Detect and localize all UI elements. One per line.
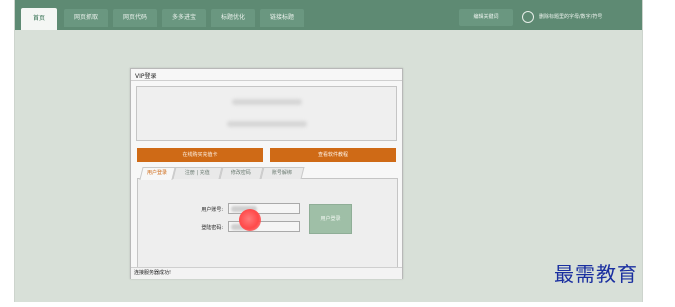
dialog-title: VIP登录 bbox=[135, 73, 157, 80]
watermark-text: 最需教育 bbox=[554, 262, 638, 286]
tab-title-optimize[interactable]: 标题优化 bbox=[211, 9, 255, 27]
tab-change-password-label: 修改密码 bbox=[231, 170, 252, 176]
title-divider bbox=[131, 80, 402, 81]
tab-unbind-account[interactable]: 账号解绑 bbox=[260, 167, 305, 179]
tutorial-button[interactable]: 查看软件教程 bbox=[270, 148, 396, 162]
status-text: 连接服务器成功! bbox=[134, 270, 172, 276]
user-login-button[interactable]: 用户登录 bbox=[309, 204, 352, 234]
notice-panel bbox=[136, 86, 397, 141]
tab-user-login-label: 用户登录 bbox=[147, 170, 168, 176]
account-label: 用户账号: bbox=[201, 207, 223, 213]
blurred-notice-line bbox=[227, 121, 307, 127]
tab-register-recharge[interactable]: 注册 | 充值 bbox=[172, 167, 223, 179]
password-label: 登陆密码: bbox=[201, 225, 223, 231]
tab-home[interactable]: 首页 bbox=[21, 8, 57, 30]
tab-unbind-account-label: 账号解绑 bbox=[272, 170, 293, 176]
tab-register-recharge-label: 注册 | 充值 bbox=[184, 170, 210, 176]
tab-duoduo-jinbao[interactable]: 多多进宝 bbox=[162, 9, 206, 27]
buy-card-button[interactable]: 在线购买充值卡 bbox=[137, 148, 263, 162]
tab-link-title[interactable]: 链接标题 bbox=[260, 9, 304, 27]
remove-chars-label: 删除标题里的字母/数字/符号 bbox=[539, 14, 603, 20]
top-navigation-bar: 首页 网页抓取 网页代码 多多进宝 标题优化 链接标题 编辑关键词 删除标题里的… bbox=[15, 0, 642, 30]
blurred-notice-line bbox=[232, 99, 302, 105]
remove-chars-radio[interactable] bbox=[522, 11, 534, 23]
vip-login-dialog: VIP登录 在线购买充值卡 查看软件教程 用户登录 注册 | 充值 修改密码 账… bbox=[130, 68, 403, 279]
tab-web-code[interactable]: 网页代码 bbox=[113, 9, 157, 27]
tab-user-login[interactable]: 用户登录 bbox=[139, 167, 176, 180]
status-bar: 连接服务器成功! bbox=[131, 267, 402, 279]
tab-change-password[interactable]: 修改密码 bbox=[219, 167, 264, 179]
edit-keywords-button[interactable]: 编辑关键词 bbox=[459, 9, 513, 26]
account-input[interactable] bbox=[228, 203, 300, 214]
click-cursor-indicator bbox=[239, 209, 261, 231]
tab-web-crawl[interactable]: 网页抓取 bbox=[64, 9, 108, 27]
